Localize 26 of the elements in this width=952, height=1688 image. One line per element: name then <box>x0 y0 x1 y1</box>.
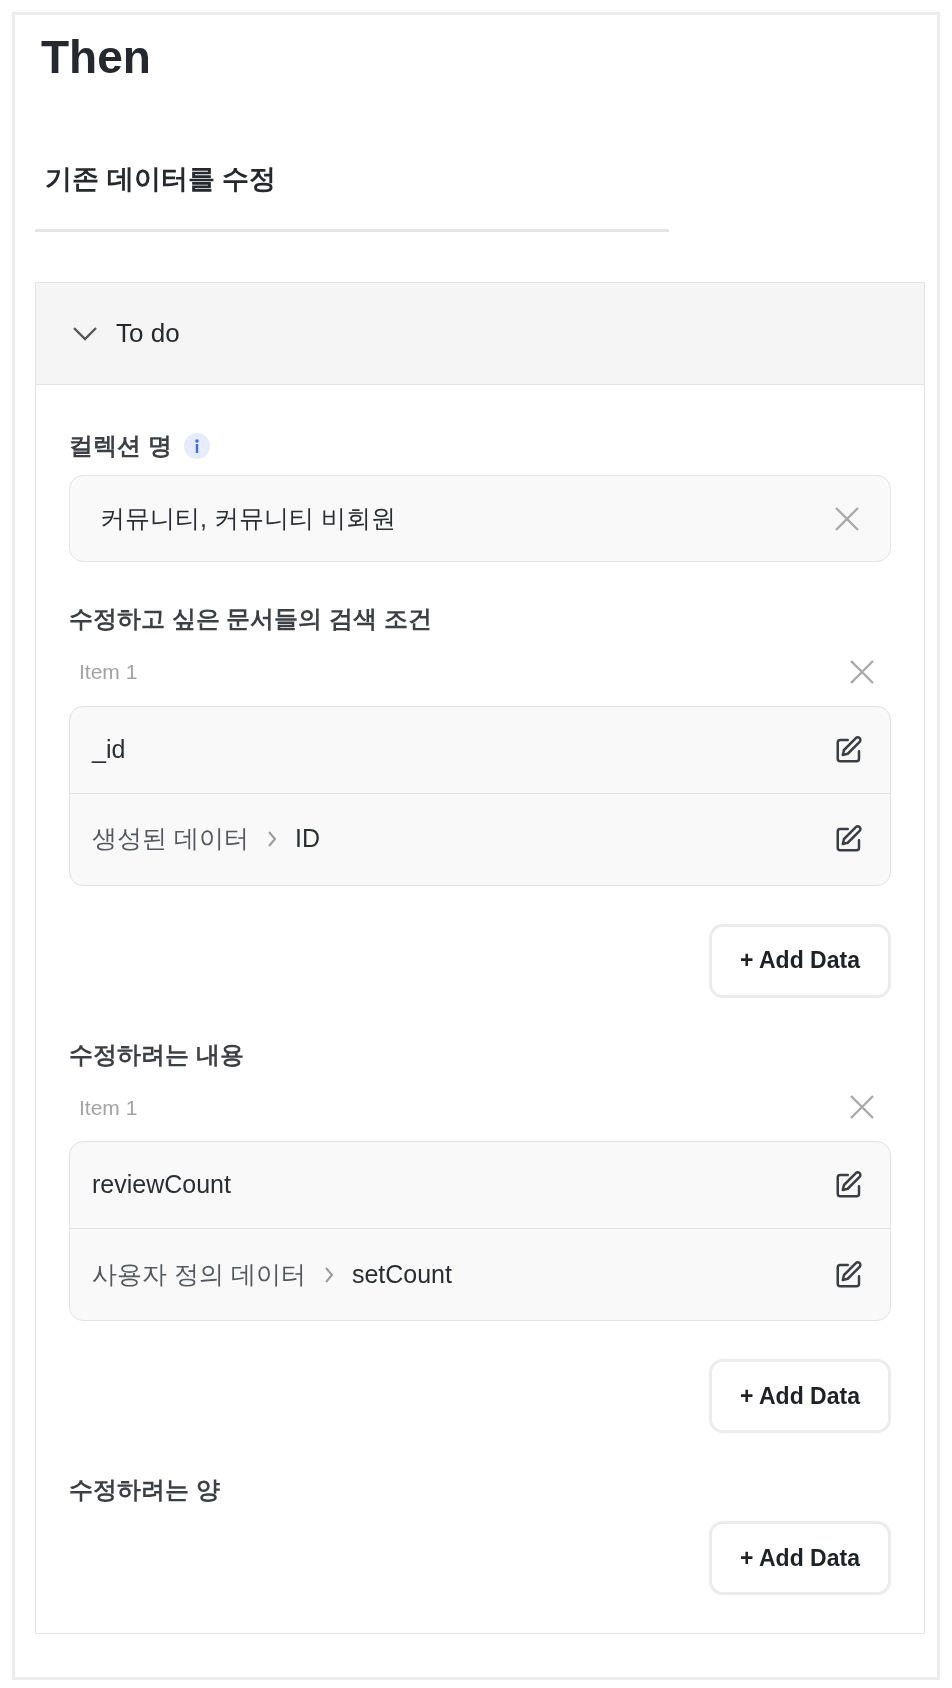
data-path-text: setCount <box>351 1258 452 1290</box>
section-heading: 기존 데이터를 수정 <box>45 163 277 196</box>
field-label: 컬렉션 명 <box>69 431 172 461</box>
item-label: Item 1 <box>79 659 138 685</box>
field-label: 수정하려는 양 <box>69 1475 221 1505</box>
data-path-text: 생성된 데이터 <box>92 823 249 855</box>
data-path-text: reviewCount <box>92 1169 231 1201</box>
add-data-button[interactable]: + Add Data <box>709 1521 891 1595</box>
edit-icon[interactable] <box>834 734 864 765</box>
accordion-header[interactable]: To do <box>36 283 924 385</box>
edit-icon[interactable] <box>834 1259 864 1290</box>
add-data-button[interactable]: + Add Data <box>709 923 891 998</box>
chevron-right-icon <box>323 1265 334 1284</box>
chevron-right-icon <box>266 830 277 848</box>
edit-icon[interactable] <box>834 1170 864 1200</box>
add-data-button[interactable]: + Add Data <box>709 1359 891 1433</box>
field-label: 수정하고 싶은 문서들의 검색 조건 <box>69 604 433 634</box>
data-path-text: _id <box>92 733 126 765</box>
item-label: Item 1 <box>79 1094 138 1121</box>
data-path-text: 사용자 정의 데이터 <box>92 1258 306 1290</box>
data-path-text: ID <box>294 823 320 855</box>
field-label: 수정하려는 내용 <box>69 1039 245 1070</box>
input-field[interactable]: 커뮤니티, 커뮤니티 비회원 <box>69 475 891 562</box>
page-title: Then <box>41 30 152 85</box>
edit-icon[interactable] <box>834 824 864 854</box>
info-icon <box>183 433 210 459</box>
